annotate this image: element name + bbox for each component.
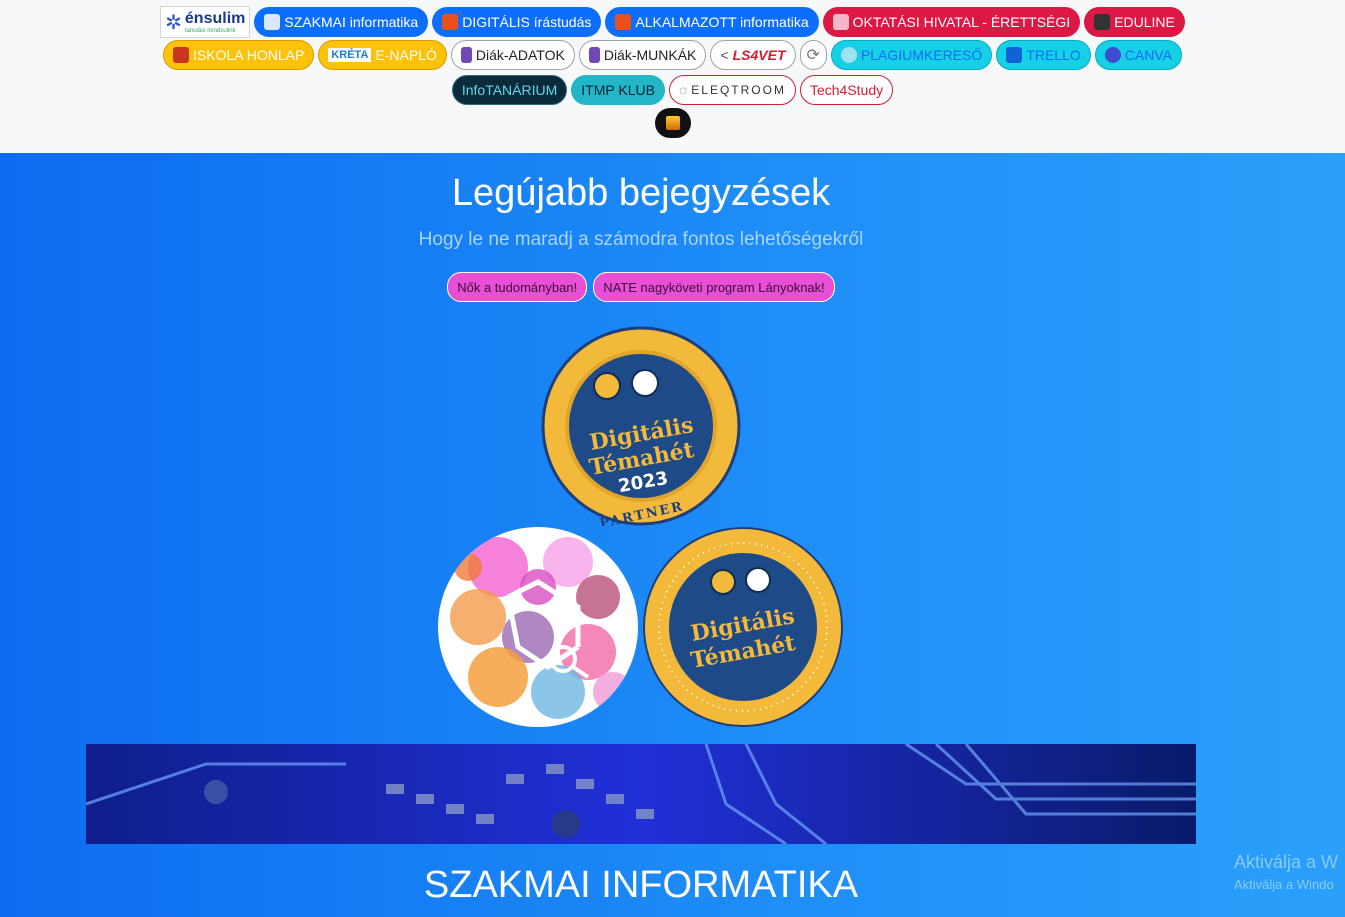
plagiumkereso-button[interactable]: PLAGIUMKERESŐ (830, 40, 993, 70)
section-title: SZAKMAI INFORMATIKA (423, 864, 859, 906)
nav-row-1: ✲ énsulim tanulási mindsulink SZAKMAI inf… (0, 6, 1345, 38)
forms-icon (460, 47, 472, 63)
windows-activation-watermark: Aktiválja a W Aktiválja a Windo (1234, 852, 1338, 892)
ensulim-icon: ✲ (165, 11, 182, 34)
top-navigation: ✲ énsulim tanulási mindsulink SZAKMAI inf… (0, 0, 1345, 153)
ls4vet-button[interactable]: < LS4VET (710, 40, 796, 70)
canva-button[interactable]: CANVA (1094, 40, 1182, 70)
lightbulb-icon: ◌ (678, 82, 688, 98)
diak-adatok-button[interactable]: Diák-ADATOK (450, 40, 575, 70)
szakmai-informatika-button[interactable]: SZAKMAI informatika (254, 7, 429, 37)
e-naplo-button[interactable]: KRÉTA E-NAPLÓ (318, 40, 447, 70)
ensulim-title: énsulim (184, 10, 246, 27)
document-icon (832, 14, 849, 30)
share-icon: < (720, 47, 729, 63)
pill-nok-a-tudomanyban[interactable]: Nők a tudományban! (447, 272, 588, 302)
sync-button[interactable]: ⟳ (799, 40, 827, 70)
eduline-button[interactable]: EDULINE (1084, 7, 1185, 37)
trello-icon (1006, 47, 1023, 63)
building-icon (173, 47, 190, 63)
office-icon (442, 14, 459, 30)
digitalis-irastudas-button[interactable]: DIGITÁLIS írástudás (432, 7, 602, 37)
infotanarium-button[interactable]: InfoTANÁRIUM (451, 75, 568, 105)
nav-row-3: InfoTANÁRIUM ITMP KLUB ◌ ELEQTROOM Tech4S… (0, 75, 1345, 105)
pill-nate-program[interactable]: NATE nagyköveti program Lányoknak! (593, 272, 835, 302)
nav-row-2: ISKOLA HONLAP KRÉTA E-NAPLÓ Diák-ADATOK D… (0, 40, 1345, 70)
fire-icon (665, 116, 680, 130)
diak-munkak-button[interactable]: Diák-MUNKÁK (578, 40, 707, 70)
oktatasi-hivatal-button[interactable]: OKTATÁSI HIVATAL - ÉRETTSÉGI (822, 7, 1081, 37)
ensulim-tagline: tanulási mindsulink (184, 28, 236, 34)
tech4study-button[interactable]: Tech4Study (799, 75, 894, 105)
eleqtroom-button[interactable]: ◌ ELEQTROOM (668, 75, 796, 105)
circuit-board-banner (86, 744, 1196, 844)
watermark-line2: Aktiválja a Windo (1234, 877, 1334, 892)
iskola-honlap-button[interactable]: ISKOLA HONLAP (163, 40, 315, 70)
nav-row-4 (0, 108, 1345, 138)
trello-button[interactable]: TRELLO (996, 40, 1091, 70)
fire-button[interactable] (654, 108, 691, 138)
ensulim-logo[interactable]: ✲ énsulim tanulási mindsulink (160, 6, 251, 38)
forms-icon (588, 47, 600, 63)
page-subtitle: Hogy le ne maradj a számodra fontos lehe… (418, 229, 864, 250)
codeweek-badge[interactable] (438, 527, 638, 727)
graduation-cap-icon (1094, 14, 1111, 30)
refresh-icon: ⟳ (806, 47, 820, 64)
office-icon (615, 14, 632, 30)
digitalis-temahet-2023-badge[interactable]: Digitális Témahét 2023 PARTNER (541, 326, 741, 526)
digitalis-temahet-badge[interactable]: Digitális Témahét (643, 527, 843, 727)
user-icon (264, 14, 281, 30)
itmp-klub-button[interactable]: ITMP KLUB (571, 75, 665, 105)
alkalmazott-informatika-button[interactable]: ALKALMAZOTT informatika (605, 7, 819, 37)
watermark-line1: Aktiválja a W (1234, 852, 1339, 872)
canva-icon (1104, 47, 1121, 63)
page-title: Legújabb bejegyzések (451, 172, 831, 214)
kreta-logo: KRÉTA (328, 48, 372, 62)
tag-pills: Nők a tudományban! NATE nagyköveti progr… (0, 272, 1282, 302)
search-icon (840, 47, 857, 63)
